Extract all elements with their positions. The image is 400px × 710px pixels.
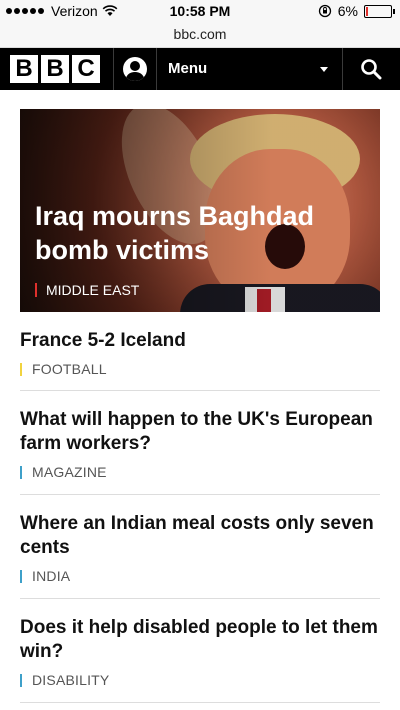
story-item[interactable]: France 5-2 Iceland FOOTBALL — [20, 329, 380, 377]
category-marker — [20, 673, 22, 687]
story-headline[interactable]: What will happen to the UK's European fa… — [20, 408, 380, 456]
category-marker — [35, 283, 37, 297]
logo-letter: B — [41, 55, 69, 83]
story-item[interactable]: Where an Indian meal costs only seven ce… — [20, 512, 380, 584]
story-headline[interactable]: Where an Indian meal costs only seven ce… — [20, 512, 380, 560]
search-icon — [361, 59, 382, 80]
story-category[interactable]: DISABILITY — [20, 672, 380, 688]
account-button[interactable] — [114, 48, 156, 90]
status-bar: Verizon 10:58 PM 6% — [0, 0, 400, 24]
battery-icon — [364, 4, 395, 18]
story-divider — [20, 598, 380, 599]
story-headline[interactable]: France 5-2 Iceland — [20, 329, 380, 353]
bbc-logo[interactable]: B B C — [10, 55, 100, 83]
logo-letter: B — [10, 55, 38, 83]
url-text: bbc.com — [173, 26, 227, 42]
category-label: MIDDLE EAST — [46, 282, 140, 298]
rotation-lock-icon — [318, 4, 331, 18]
category-marker — [20, 362, 22, 376]
story-category[interactable]: MAGAZINE — [20, 464, 380, 480]
story-divider — [20, 702, 380, 703]
story-headline[interactable]: Does it help disabled people to let them… — [20, 616, 380, 664]
category-label: DISABILITY — [32, 672, 110, 688]
category-label: FOOTBALL — [32, 361, 107, 377]
battery-percent: 6% — [337, 3, 358, 19]
story-divider — [20, 494, 380, 495]
chevron-down-icon[interactable] — [320, 67, 328, 72]
category-marker — [20, 465, 22, 479]
category-label: INDIA — [32, 568, 71, 584]
site-header: B B C Menu — [0, 48, 400, 90]
menu-button[interactable]: Menu — [168, 60, 207, 77]
story-category[interactable]: INDIA — [20, 568, 380, 584]
logo-letter: C — [72, 55, 100, 83]
account-icon — [123, 57, 147, 81]
story-item[interactable]: What will happen to the UK's European fa… — [20, 408, 380, 480]
search-button[interactable] — [342, 48, 400, 90]
story-divider — [20, 390, 380, 391]
hero-headline[interactable]: Iraq mourns Baghdad bomb victims — [35, 199, 365, 267]
hero-story[interactable]: Iraq mourns Baghdad bomb victims MIDDLE … — [20, 109, 380, 312]
category-label: MAGAZINE — [32, 464, 107, 480]
header-divider — [156, 48, 157, 90]
story-category[interactable]: FOOTBALL — [20, 361, 380, 377]
address-bar[interactable]: bbc.com — [0, 24, 400, 48]
hero-category[interactable]: MIDDLE EAST — [35, 282, 139, 298]
story-item[interactable]: Does it help disabled people to let them… — [20, 616, 380, 688]
category-marker — [20, 569, 22, 583]
